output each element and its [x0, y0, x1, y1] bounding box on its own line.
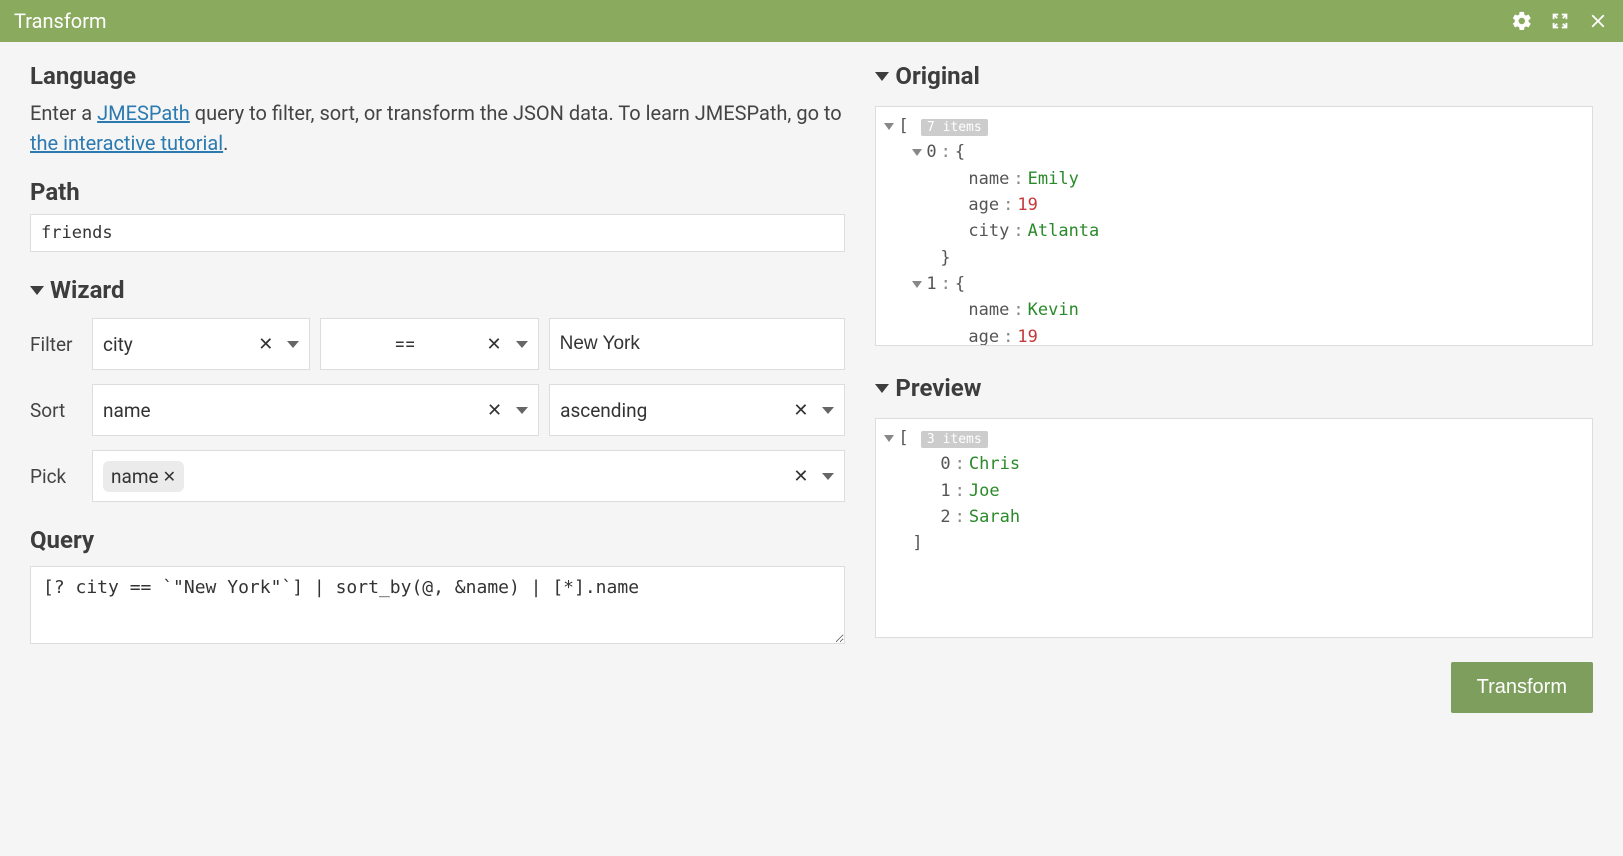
clear-icon[interactable]: ✕ [479, 400, 510, 421]
filter-label: Filter [30, 333, 82, 356]
json-value: 19 [1017, 195, 1037, 215]
right-panel: Original [ 7 items 0:{ name:Emily age:19… [875, 62, 1593, 713]
sort-label: Sort [30, 399, 82, 422]
chevron-down-icon[interactable] [822, 407, 834, 414]
pick-chip-label: name [111, 465, 159, 488]
close-icon[interactable] [1587, 10, 1609, 32]
filter-op-combo[interactable]: == ✕ [320, 318, 538, 370]
clear-icon[interactable]: ✕ [785, 466, 816, 487]
sort-field-value: name [103, 399, 479, 422]
json-value: Chris [969, 454, 1020, 474]
jmespath-link[interactable]: JMESPath [97, 101, 190, 125]
query-textarea[interactable] [30, 566, 845, 644]
wizard-heading-label: Wizard [50, 276, 124, 304]
transform-button[interactable]: Transform [1451, 662, 1593, 713]
chevron-down-icon[interactable] [912, 281, 922, 288]
items-badge: 7 items [921, 119, 988, 136]
json-value: Sarah [969, 507, 1020, 527]
chip-remove-icon[interactable]: ✕ [163, 467, 176, 486]
chevron-down-icon [875, 72, 889, 81]
query-heading: Query [30, 526, 845, 554]
header-icons [1511, 10, 1609, 32]
chevron-down-icon[interactable] [884, 435, 894, 442]
chevron-down-icon[interactable] [516, 407, 528, 414]
wizard-heading[interactable]: Wizard [30, 276, 845, 304]
filter-row: Filter city ✕ == ✕ [30, 318, 845, 370]
json-value: 19 [1017, 327, 1037, 346]
chevron-down-icon[interactable] [912, 149, 922, 156]
title: Transform [14, 9, 107, 33]
language-heading: Language [30, 62, 845, 90]
json-value: Joe [969, 481, 1000, 501]
tutorial-link[interactable]: the interactive tutorial [30, 131, 223, 155]
language-description: Enter a JMESPath query to filter, sort, … [30, 98, 845, 158]
chevron-down-icon [875, 384, 889, 393]
json-value: Atlanta [1028, 221, 1100, 241]
chevron-down-icon[interactable] [884, 123, 894, 130]
title-bar: Transform [0, 0, 1623, 42]
sort-dir-value: ascending [560, 399, 785, 422]
expand-icon[interactable] [1549, 10, 1571, 32]
clear-icon[interactable]: ✕ [479, 334, 510, 355]
json-value: Emily [1028, 169, 1079, 189]
clear-icon[interactable]: ✕ [250, 334, 281, 355]
desc-text: query to filter, sort, or transform the … [190, 101, 842, 125]
preview-heading[interactable]: Preview [875, 374, 1593, 402]
desc-text: Enter a [30, 101, 97, 125]
pick-row: Pick name ✕ ✕ [30, 450, 845, 502]
chevron-down-icon[interactable] [516, 341, 528, 348]
filter-field-combo[interactable]: city ✕ [92, 318, 310, 370]
left-panel: Language Enter a JMESPath query to filte… [30, 62, 845, 713]
items-badge: 3 items [921, 431, 988, 448]
filter-value-input[interactable] [549, 318, 846, 370]
preview-json-panel[interactable]: [ 3 items 0:Chris 1:Joe 2:Sarah ] [875, 418, 1593, 638]
desc-text: . [223, 131, 228, 155]
original-heading[interactable]: Original [875, 62, 1593, 90]
chevron-down-icon [30, 286, 44, 295]
original-heading-label: Original [895, 62, 979, 90]
filter-op-value: == [331, 333, 478, 356]
gear-icon[interactable] [1511, 10, 1533, 32]
main-content: Language Enter a JMESPath query to filte… [0, 42, 1623, 733]
chevron-down-icon[interactable] [822, 473, 834, 480]
sort-dir-combo[interactable]: ascending ✕ [549, 384, 845, 436]
pick-label: Pick [30, 465, 82, 488]
chevron-down-icon[interactable] [287, 341, 299, 348]
filter-value-field[interactable] [560, 333, 835, 355]
clear-icon[interactable]: ✕ [785, 400, 816, 421]
pick-chip: name ✕ [103, 461, 184, 492]
preview-heading-label: Preview [895, 374, 981, 402]
sort-field-combo[interactable]: name ✕ [92, 384, 539, 436]
path-input[interactable] [30, 214, 845, 252]
path-heading: Path [30, 178, 845, 206]
pick-combo[interactable]: name ✕ ✕ [92, 450, 845, 502]
original-json-panel[interactable]: [ 7 items 0:{ name:Emily age:19 city:Atl… [875, 106, 1593, 346]
json-value: Kevin [1028, 300, 1079, 320]
filter-field-value: city [103, 333, 250, 356]
sort-row: Sort name ✕ ascending ✕ [30, 384, 845, 436]
